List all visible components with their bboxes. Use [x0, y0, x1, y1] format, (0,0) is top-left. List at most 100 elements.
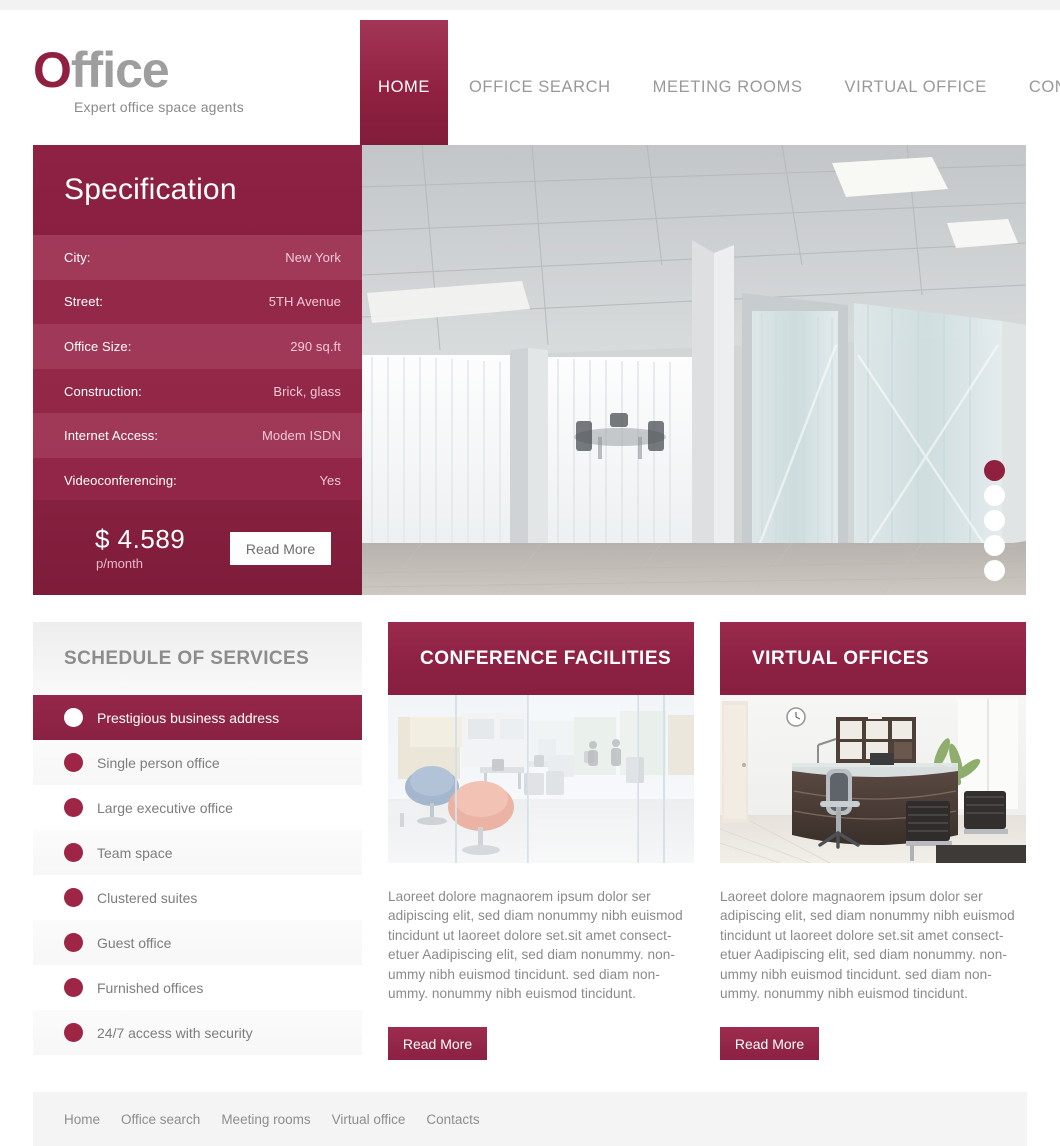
service-item-label: Guest office	[97, 934, 172, 951]
card-header: VIRTUAL OFFICES	[720, 622, 1026, 695]
specification-key: Internet Access:	[64, 428, 159, 444]
hero-section: Specification City: New York Street: 5TH Av…	[0, 145, 1060, 595]
nav-item-label: CONTACTS	[1028, 78, 1060, 96]
specification-row: Videoconferencing: Yes	[33, 458, 362, 503]
slider-pagination[interactable]	[984, 460, 1005, 581]
card-body-text: Laoreet dolore magnaorem ipsum dolor ser…	[388, 889, 683, 1002]
nav-list: HOME OFFICE SEARCH MEETING ROOMS VIRTUAL OF…	[360, 20, 1060, 155]
slider-dot-1[interactable]	[984, 460, 1005, 481]
slider-dot-2[interactable]	[984, 485, 1005, 506]
lower-content: SCHEDULE OF SERVICES Prestigious busines…	[0, 613, 1060, 1083]
bullet-icon	[64, 933, 83, 952]
site-header: Office Expert office space agents HOME OF…	[0, 10, 1060, 155]
card-body-text: Laoreet dolore magnaorem ipsum dolor ser…	[720, 889, 1015, 1002]
slider-dot-5[interactable]	[984, 560, 1005, 581]
service-item[interactable]: Guest office	[33, 920, 362, 965]
bullet-icon	[64, 753, 83, 772]
bullet-icon	[64, 798, 83, 817]
bullet-icon	[64, 888, 83, 907]
specification-key: City:	[64, 249, 91, 265]
card-conference-facilities: CONFERENCE FACILITIES Laoreet dolore mag…	[388, 622, 694, 1061]
bullet-icon	[64, 843, 83, 862]
service-item[interactable]: Large executive office	[33, 785, 362, 830]
logo-initial: O	[33, 42, 72, 98]
service-item[interactable]: 24/7 access with security	[33, 1010, 362, 1055]
card-read-more-button[interactable]: Read More	[720, 1027, 819, 1061]
specification-row: Street: 5TH Avenue	[33, 280, 362, 325]
service-item-label: Large executive office	[97, 799, 233, 816]
hero-office-interior-illustration	[362, 145, 1026, 595]
price-block: $ 4.589 p/month Read More	[33, 500, 362, 595]
nav-item-label: MEETING ROOMS	[652, 78, 803, 96]
service-item-label: Prestigious business address	[97, 709, 280, 726]
specification-panel: Specification City: New York Street: 5TH Av…	[33, 145, 362, 595]
specification-row: Office Size: 290 sq.ft	[33, 324, 362, 369]
service-item-label: Clustered suites	[97, 889, 198, 906]
footer-link-home[interactable]: Home	[64, 1112, 100, 1127]
footer-link-contacts[interactable]: Contacts	[426, 1112, 479, 1127]
service-item[interactable]: Clustered suites	[33, 875, 362, 920]
specification-title: Specification	[64, 173, 237, 206]
nav-item-label: HOME	[378, 77, 430, 96]
hero-image	[362, 145, 1026, 595]
nav-item-contacts[interactable]: CONTACTS	[1008, 20, 1060, 155]
footer-link-meeting-rooms[interactable]: Meeting rooms	[221, 1112, 310, 1127]
card-title: VIRTUAL OFFICES	[752, 647, 930, 669]
schedule-of-services-panel: SCHEDULE OF SERVICES Prestigious busines…	[33, 622, 362, 1055]
specification-key: Videoconferencing:	[64, 472, 177, 488]
service-item[interactable]: Single person office	[33, 740, 362, 785]
logo-rest: ffice	[70, 42, 170, 98]
specification-rows: City: New York Street: 5TH Avenue Office Siz…	[33, 235, 362, 503]
spec-read-more-button[interactable]: Read More	[230, 532, 331, 565]
services-title: SCHEDULE OF SERVICES	[64, 647, 310, 669]
card-image-conference	[388, 695, 694, 863]
service-item-label: Furnished offices	[97, 979, 204, 996]
nav-item-home[interactable]: HOME	[360, 20, 448, 155]
nav-item-label: OFFICE SEARCH	[469, 78, 611, 96]
specification-value: 290 sq.ft	[290, 338, 341, 354]
specification-value: Modem ISDN	[261, 428, 341, 444]
slider-dot-3[interactable]	[984, 510, 1005, 531]
specification-row: Construction: Brick, glass	[33, 369, 362, 414]
card-image-reception	[720, 695, 1026, 863]
bullet-icon	[64, 708, 83, 727]
bullet-icon	[64, 1023, 83, 1042]
specification-value: Yes	[319, 472, 341, 488]
specification-header: Specification	[33, 145, 362, 235]
specification-value: Brick, glass	[273, 383, 341, 399]
card-header: CONFERENCE FACILITIES	[388, 622, 694, 695]
nav-item-meeting-rooms[interactable]: MEETING ROOMS	[632, 20, 824, 155]
service-item[interactable]: Furnished offices	[33, 965, 362, 1010]
footer-navigation: Home Office search Meeting rooms Virtual of…	[64, 1112, 480, 1127]
price-amount: $ 4.589	[95, 524, 186, 554]
specification-value: New York	[285, 249, 341, 265]
card-virtual-offices: VIRTUAL OFFICES Laoreet dolore magnaorem…	[720, 622, 1026, 1061]
open-plan-office-illustration	[388, 695, 694, 863]
card-title: CONFERENCE FACILITIES	[420, 647, 672, 669]
slider-dot-4[interactable]	[984, 535, 1005, 556]
nav-item-label: VIRTUAL OFFICE	[844, 78, 987, 96]
service-item-label: Team space	[97, 844, 173, 861]
specification-row: City: New York	[33, 235, 362, 280]
specification-key: Office Size:	[64, 338, 132, 354]
services-header: SCHEDULE OF SERVICES	[33, 622, 362, 695]
specification-row: Internet Access: Modem ISDN	[33, 413, 362, 458]
services-list: Prestigious business address Single perso…	[33, 695, 362, 1055]
specification-key: Construction:	[64, 383, 142, 399]
nav-item-office-search[interactable]: OFFICE SEARCH	[448, 20, 632, 155]
service-item[interactable]: Team space	[33, 830, 362, 875]
site-footer: Home Office search Meeting rooms Virtual of…	[33, 1092, 1027, 1146]
service-item-label: 24/7 access with security	[97, 1024, 253, 1041]
footer-link-virtual-office[interactable]: Virtual office	[332, 1112, 406, 1127]
logo-tagline: Expert office space agents	[74, 99, 244, 115]
service-item-label: Single person office	[97, 754, 220, 771]
footer-link-office-search[interactable]: Office search	[121, 1112, 200, 1127]
logo-wordmark: Office	[33, 42, 244, 98]
logo[interactable]: Office Expert office space agents	[33, 42, 244, 115]
service-item[interactable]: Prestigious business address	[33, 695, 362, 740]
price-period: p/month	[96, 556, 143, 571]
nav-item-virtual-office[interactable]: VIRTUAL OFFICE	[824, 20, 1008, 155]
specification-value: 5TH Avenue	[268, 294, 341, 310]
card-read-more-button[interactable]: Read More	[388, 1027, 487, 1061]
main-navigation: HOME OFFICE SEARCH MEETING ROOMS VIRTUAL OF…	[360, 20, 1060, 155]
